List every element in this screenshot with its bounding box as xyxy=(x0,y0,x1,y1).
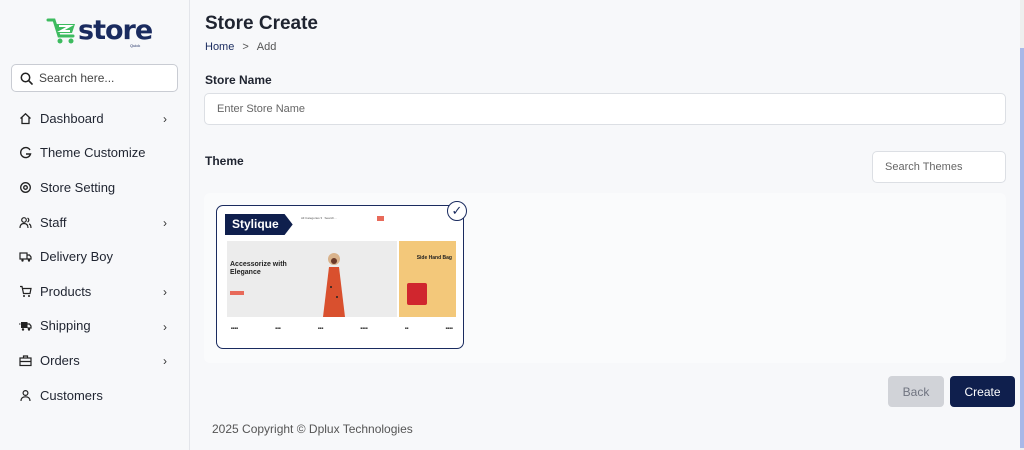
footer-copyright: 2025 Copyright © Dplux Technologies xyxy=(212,422,413,436)
preview-brand-logos: ■■■■ ■■■ ■■■ ■■■■ ■■ ■■■■ xyxy=(231,326,453,330)
sidebar-item-label: Orders xyxy=(40,352,80,368)
theme-search-input[interactable] xyxy=(872,151,1006,183)
scrollbar-thumb[interactable] xyxy=(1020,48,1024,448)
preview-brand-logo: ■■■ xyxy=(317,326,324,330)
preview-brand-logo: ■■■■ xyxy=(445,326,453,330)
page-title: Store Create xyxy=(205,13,318,34)
chevron-right-icon: › xyxy=(163,354,167,369)
sidebar-item-label: Dashboard xyxy=(40,110,104,126)
customize-icon xyxy=(18,146,32,160)
preview-brand-logo: ■■■■ xyxy=(360,326,368,330)
home-icon xyxy=(18,111,32,125)
sidebar-item-dashboard[interactable]: Dashboard › xyxy=(0,101,189,136)
store-name-input[interactable] xyxy=(204,93,1006,125)
theme-label: Theme xyxy=(205,154,244,168)
preview-brand-logo: ■■■■ xyxy=(231,326,239,330)
preview-hero-button xyxy=(230,291,244,295)
preview-model-image xyxy=(323,253,345,317)
chevron-right-icon: › xyxy=(163,284,167,299)
search-icon xyxy=(20,72,33,85)
preview-bag-image xyxy=(407,283,427,305)
gear-icon xyxy=(18,180,32,194)
sidebar-item-label: Products xyxy=(40,283,92,299)
chevron-right-icon: › xyxy=(163,112,167,126)
sidebar-item-theme-customize[interactable]: Theme Customize xyxy=(0,136,189,171)
sidebar-item-customers[interactable]: Customers xyxy=(0,378,189,413)
preview-side-title: Side Hand Bag xyxy=(416,255,452,261)
logo[interactable]: store Quick xyxy=(46,15,153,48)
cart-icon xyxy=(18,284,32,298)
breadcrumb-current: Add xyxy=(256,41,277,53)
cart-logo-icon xyxy=(46,18,75,44)
sidebar-search-input[interactable] xyxy=(39,71,169,85)
briefcase-icon xyxy=(18,353,32,367)
sidebar-item-label: Theme Customize xyxy=(40,145,146,161)
truck-icon xyxy=(18,250,32,264)
shipping-icon xyxy=(18,319,32,333)
user-icon xyxy=(18,388,32,402)
logo-text: store xyxy=(78,15,153,46)
sidebar-item-label: Delivery Boy xyxy=(40,249,113,265)
create-button[interactable]: Create xyxy=(950,376,1015,407)
users-icon xyxy=(18,215,32,229)
preview-nav-text: All Categories ▾ Search... xyxy=(301,216,337,220)
selected-check-icon: ✓ xyxy=(447,201,467,221)
chevron-right-icon: › xyxy=(163,319,167,334)
breadcrumb-separator: > xyxy=(242,41,249,53)
theme-name-tag: Stylique xyxy=(225,214,293,235)
sidebar-item-label: Store Setting xyxy=(40,179,116,195)
chevron-right-icon: › xyxy=(163,215,167,230)
sidebar-nav: Dashboard › Theme Customize Store Settin… xyxy=(0,101,189,412)
breadcrumb: Home > Add xyxy=(205,41,276,53)
sidebar-item-label: Shipping xyxy=(40,318,91,334)
sidebar-item-orders[interactable]: Orders › xyxy=(0,343,189,378)
sidebar-item-delivery-boy[interactable]: Delivery Boy xyxy=(0,239,189,274)
sidebar-item-staff[interactable]: Staff › xyxy=(0,205,189,240)
store-name-label: Store Name xyxy=(205,73,272,87)
sidebar-item-label: Customers xyxy=(40,387,103,403)
sidebar-item-shipping[interactable]: Shipping › xyxy=(0,309,189,344)
sidebar: store Quick Dashboard › Theme Customize … xyxy=(0,0,190,450)
logo-subtext: Quick xyxy=(130,43,141,48)
sidebar-item-store-setting[interactable]: Store Setting xyxy=(0,170,189,205)
preview-hero-title: Accessorize with Elegance xyxy=(230,261,287,276)
preview-hero-banner: Accessorize with Elegance xyxy=(227,241,397,317)
back-button[interactable]: Back xyxy=(888,376,944,407)
preview-search-button xyxy=(377,216,384,221)
sidebar-search[interactable] xyxy=(11,64,178,92)
sidebar-item-label: Staff xyxy=(40,214,67,230)
theme-card-stylique[interactable]: Stylique All Categories ▾ Search... Acce… xyxy=(216,205,464,349)
preview-brand-logo: ■■ xyxy=(404,326,409,330)
breadcrumb-home[interactable]: Home xyxy=(205,41,234,53)
preview-side-banner: Side Hand Bag xyxy=(399,241,456,317)
preview-brand-logo: ■■■ xyxy=(275,326,281,330)
main-content: Store Create Home > Add Store Name Theme… xyxy=(190,0,1024,450)
sidebar-item-products[interactable]: Products › xyxy=(0,274,189,309)
page-scrollbar[interactable] xyxy=(1020,0,1024,450)
